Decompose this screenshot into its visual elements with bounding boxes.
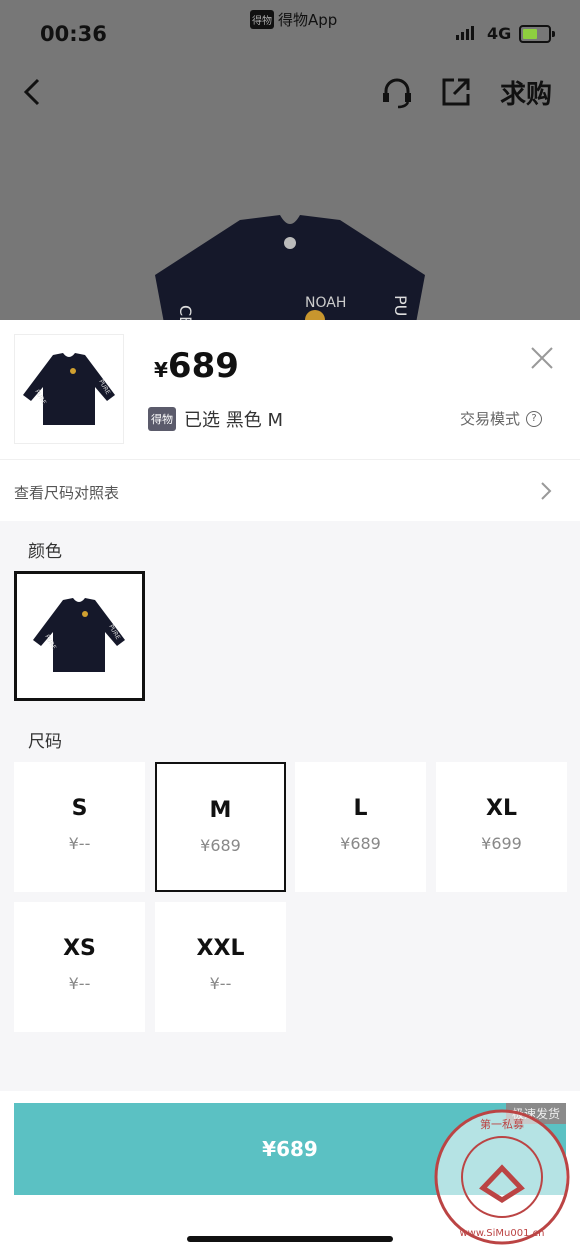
product-image-background: NOAH CE PU — [155, 215, 425, 320]
size-option-s[interactable]: S ¥-- — [14, 762, 145, 892]
color-option-black[interactable]: PURE PURE — [14, 571, 145, 701]
size-option-l[interactable]: L ¥689 — [295, 762, 426, 892]
share-icon[interactable] — [440, 76, 472, 108]
color-label: 颜色 — [28, 542, 62, 562]
svg-text:CE: CE — [176, 305, 195, 320]
sku-selector-sheet: PURE PURE ¥689 得物 已选 黑色 M 交易模式 ? 查看尺码对照表… — [0, 320, 580, 1255]
trade-mode-link[interactable]: 交易模式 ? — [460, 408, 543, 429]
back-icon[interactable] — [18, 76, 46, 108]
size-name: XXL — [196, 936, 245, 961]
size-option-xs[interactable]: XS ¥-- — [14, 902, 145, 1032]
network-label: 4G — [487, 24, 512, 43]
svg-text:第一私募: 第一私募 — [480, 1117, 524, 1131]
selected-text: 已选 黑色 M — [184, 410, 283, 431]
product-thumbnail: PURE PURE — [14, 334, 124, 444]
selected-badge: 得物 — [148, 407, 176, 431]
size-option-xl[interactable]: XL ¥699 — [436, 762, 567, 892]
customer-service-icon[interactable] — [380, 76, 414, 110]
size-price: ¥699 — [481, 834, 522, 853]
battery-icon — [519, 25, 555, 43]
size-name: L — [353, 796, 368, 821]
status-bar: 00:36 得物 得物App 4G — [0, 0, 580, 60]
price: ¥689 — [154, 346, 239, 386]
tshirt-color-image: PURE PURE — [33, 598, 125, 672]
size-option-m[interactable]: M ¥689 — [155, 762, 286, 892]
size-option-xxl[interactable]: XXL ¥-- — [155, 902, 286, 1032]
size-price: ¥689 — [200, 836, 241, 855]
app-label-text: 得物App — [278, 11, 338, 29]
app-badge: 得物 — [250, 10, 274, 29]
chevron-right-icon[interactable] — [538, 480, 554, 502]
size-name: XL — [486, 796, 517, 821]
close-icon[interactable] — [528, 344, 556, 372]
home-indicator[interactable] — [187, 1236, 393, 1242]
options-panel: 颜色 PURE PURE 尺码 S ¥-- M ¥689 L ¥689 XL ¥… — [0, 521, 580, 1091]
size-name: XS — [63, 936, 96, 961]
divider — [0, 459, 580, 460]
dimmed-product-background[interactable]: NOAH CE PU 00:36 得物 得物App 4G 求购 — [0, 0, 580, 320]
size-price: ¥-- — [68, 834, 91, 853]
svg-text:NOAH: NOAH — [305, 295, 346, 311]
watermark-logo: 第一私募 www.SiMu001.cn — [434, 1109, 570, 1245]
price-value: 689 — [167, 346, 239, 386]
app-label: 得物 得物App — [250, 9, 337, 30]
size-price: ¥-- — [209, 974, 232, 993]
help-icon: ? — [526, 410, 543, 427]
tshirt-thumb-image: PURE PURE — [23, 353, 115, 425]
signal-icon — [456, 26, 474, 40]
size-label: 尺码 — [28, 732, 62, 752]
size-price: ¥689 — [340, 834, 381, 853]
seek-button[interactable]: 求购 — [500, 74, 552, 111]
size-name: S — [71, 796, 88, 821]
nav-bar: 求购 — [0, 70, 580, 116]
selected-summary: 得物 已选 黑色 M — [148, 406, 283, 432]
size-price: ¥-- — [68, 974, 91, 993]
size-name: M — [209, 798, 232, 823]
svg-text:www.SiMu001.cn: www.SiMu001.cn — [460, 1228, 545, 1239]
size-chart-link[interactable]: 查看尺码对照表 — [14, 482, 119, 503]
trade-mode-label: 交易模式 — [460, 410, 521, 428]
svg-text:PU: PU — [391, 295, 410, 316]
price-currency: ¥ — [154, 358, 168, 382]
status-time: 00:36 — [40, 22, 107, 46]
